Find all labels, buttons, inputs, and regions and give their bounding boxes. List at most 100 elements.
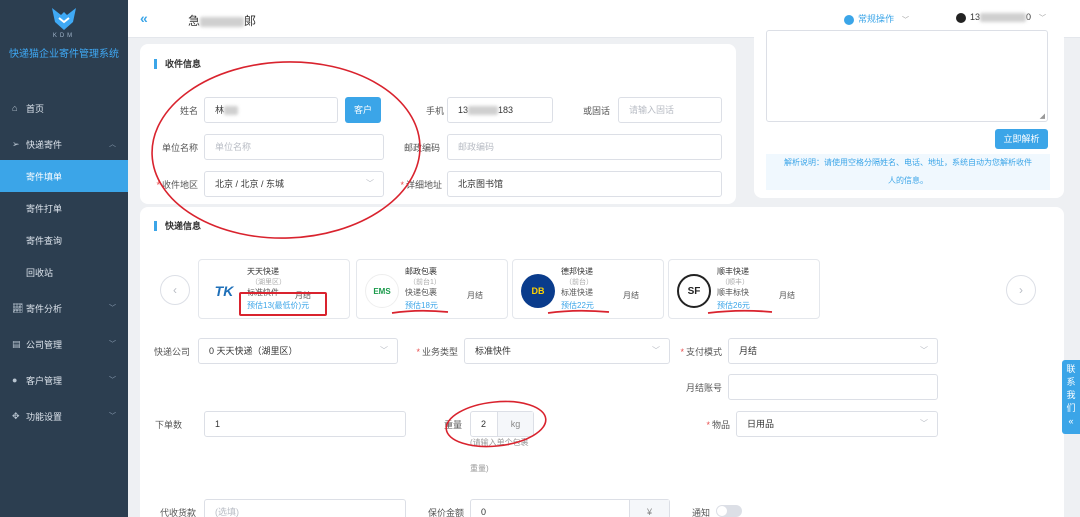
name-input[interactable]: 林 xyxy=(204,97,338,123)
phone-suffix: 183 xyxy=(498,105,514,115)
collapse-sidebar-icon[interactable]: « xyxy=(140,10,148,26)
pay-mode-select[interactable]: 月结 ﹀ xyxy=(728,338,938,364)
chevron-down-icon: ﹀ xyxy=(109,305,116,312)
insure-input[interactable]: 0 ¥ xyxy=(470,499,670,517)
parse-hint-line-2: 人的信息。 xyxy=(888,176,928,185)
quick-ops-menu[interactable]: 常规操作 ﹀ xyxy=(832,12,930,38)
zip-input[interactable]: 邮政编码 xyxy=(447,134,722,160)
goods-label: * 物品 xyxy=(706,420,730,430)
user-menu[interactable]: 13 0 ﹀ xyxy=(956,12,1046,23)
sidebar-item-company[interactable]: ▤ 公司管理 ﹀ xyxy=(0,328,128,360)
sidebar-menu: ⌂ 首页 ➢ 快递寄件 ︿ 寄件填单 寄件打单 寄件查询 回收站 📈︎ 寄件分析… xyxy=(0,92,128,432)
chevron-down-icon: ﹀ xyxy=(109,341,116,348)
chevron-up-icon: ︿ xyxy=(109,141,116,148)
goods-select[interactable]: 日用品 ﹀ xyxy=(736,411,938,437)
region-select[interactable]: 北京 / 北京 / 东城 ﹀ xyxy=(204,171,384,197)
carrier-product: 顺丰标快 xyxy=(717,288,749,297)
sidebar-item-analysis[interactable]: 📈︎ 寄件分析 ﹀ xyxy=(0,292,128,324)
resize-handle-icon[interactable]: ◢ xyxy=(1040,112,1045,120)
name-value: 林 xyxy=(215,105,225,115)
carrier-card-sf[interactable]: SF 顺丰快递 （顺丰） 顺丰标快 月结 预估26元 xyxy=(668,259,820,319)
sidebar-item-settings[interactable]: ✥ 功能设置 ﹀ xyxy=(0,400,128,432)
carousel-prev-button[interactable]: ‹ xyxy=(160,275,190,305)
contact-char: 我 xyxy=(1066,390,1076,400)
weight-note-1: (请输入单个包裹 xyxy=(470,438,529,447)
pay-mode-value: 月结 xyxy=(739,346,758,356)
notify-toggle[interactable] xyxy=(716,505,742,517)
chevron-down-icon: ﹀ xyxy=(652,346,660,355)
order-count-label: 下单数 xyxy=(154,420,182,430)
contact-char: 系 xyxy=(1066,377,1076,387)
sidebar-item-print-order[interactable]: 寄件打单 xyxy=(0,192,128,224)
phone-prefix: 13 xyxy=(458,105,469,115)
sidebar-item-label: 快递寄件 xyxy=(26,139,63,150)
sidebar-item-label: 寄件填单 xyxy=(26,171,63,182)
insure-value: 0 xyxy=(481,507,487,517)
chevron-down-icon: ﹀ xyxy=(1039,15,1047,22)
sidebar-item-label: 公司管理 xyxy=(26,339,63,350)
monthly-account-input[interactable] xyxy=(728,374,938,400)
parse-textarea[interactable]: ◢ xyxy=(766,30,1048,122)
contact-char: 们 xyxy=(1066,403,1076,413)
chevron-down-icon: ﹀ xyxy=(380,346,388,355)
contact-us-tab[interactable]: 联 系 我 们 « xyxy=(1062,360,1080,434)
sidebar-item-label: 回收站 xyxy=(26,267,54,278)
insure-unit: ¥ xyxy=(629,500,669,517)
sf-logo-icon: SF xyxy=(677,274,711,308)
phone-input[interactable]: 13 183 xyxy=(447,97,553,123)
address-label: * 详细地址 xyxy=(400,180,442,190)
service-type-select[interactable]: 标准快件 ﹀ xyxy=(464,338,670,364)
zip-label: 邮政编码 xyxy=(403,143,440,153)
parse-button[interactable]: 立即解析 xyxy=(995,129,1048,149)
carrier-name: 德邦快递 xyxy=(561,267,593,276)
user-avatar-icon xyxy=(956,12,966,23)
weight-label: 重量 xyxy=(443,420,462,430)
sidebar-item-fill-order[interactable]: 寄件填单 xyxy=(0,160,128,192)
carrier-card-ems[interactable]: EMS 邮政包裹 （前台1） 快递包裹 月结 预估18元 xyxy=(356,259,508,319)
region-label: * 收件地区 xyxy=(156,180,198,190)
sidebar-item-recycle-bin[interactable]: 回收站 xyxy=(0,256,128,288)
weight-value: 2 xyxy=(481,419,487,429)
sidebar-item-label: 功能设置 xyxy=(26,411,63,422)
sidebar-item-customers[interactable]: ● 客户管理 ﹀ xyxy=(0,364,128,396)
chart-icon: 📈︎ xyxy=(12,302,24,313)
redacted-text xyxy=(224,106,239,116)
sidebar-item-home[interactable]: ⌂ 首页 xyxy=(0,92,128,124)
tel-input[interactable]: 请输入固话 xyxy=(618,97,722,123)
quick-ops-icon xyxy=(844,14,854,25)
chevron-down-icon: ﹀ xyxy=(109,377,116,384)
monthly-account-label: 月结账号 xyxy=(685,383,722,393)
carrier-product: 快递包裹 xyxy=(405,288,437,297)
customer-button[interactable]: 客户 xyxy=(345,97,381,123)
phone-label: 手机 xyxy=(425,106,444,116)
parse-hint-line-1: 解析说明：请使用空格分隔姓名、电话、地址，系统自动为您解析收件 xyxy=(784,158,1032,167)
settings-icon: ✥ xyxy=(12,410,20,421)
chevron-right-icon: › xyxy=(1019,283,1023,297)
app-title: 快递猫企业寄件管理系统 xyxy=(9,49,119,60)
app-logo[interactable]: KDM 快递猫企业寄件管理系统 xyxy=(0,0,128,80)
parse-hint: 解析说明：请使用空格分隔姓名、电话、地址，系统自动为您解析收件 人的信息。 xyxy=(766,154,1050,190)
carrier-card-debang[interactable]: DB 德邦快递 （前台） 标准快递 月结 预估22元 xyxy=(512,259,664,319)
address-input[interactable]: 北京图书馆 xyxy=(447,171,722,197)
company-input[interactable]: 单位名称 xyxy=(204,134,384,160)
notify-label: 通知 xyxy=(691,508,710,517)
carrier-product: 标准快递 xyxy=(561,288,593,297)
sidebar-item-query[interactable]: 寄件查询 xyxy=(0,224,128,256)
carrier-branch: （前台1） xyxy=(409,279,441,286)
chevron-down-icon: ﹀ xyxy=(920,419,928,428)
quick-ops-label: 常规操作 xyxy=(858,14,895,24)
order-count-input[interactable]: 1 xyxy=(204,411,406,437)
user-prefix: 13 xyxy=(970,12,981,22)
carrier-card-tiantian[interactable]: TK 天天快递 （湖里区） 标准快件 月结 预估13(最低价)元 xyxy=(198,259,350,319)
page-title-suffix: 郞 xyxy=(244,14,257,28)
user-suffix: 0 xyxy=(1026,12,1032,22)
chevron-left-icon: ‹ xyxy=(173,283,177,297)
debang-logo-icon: DB xyxy=(521,274,555,308)
carousel-next-button[interactable]: › xyxy=(1006,275,1036,305)
sidebar-item-express-send[interactable]: ➢ 快递寄件 ︿ xyxy=(0,128,128,160)
cod-input[interactable]: (选填) xyxy=(204,499,406,517)
send-icon: ➢ xyxy=(12,138,20,149)
express-company-select[interactable]: 0 天天快递（湖里区） ﹀ xyxy=(198,338,398,364)
weight-input[interactable]: 2 kg xyxy=(470,411,534,437)
sidebar-item-label: 客户管理 xyxy=(26,375,63,386)
